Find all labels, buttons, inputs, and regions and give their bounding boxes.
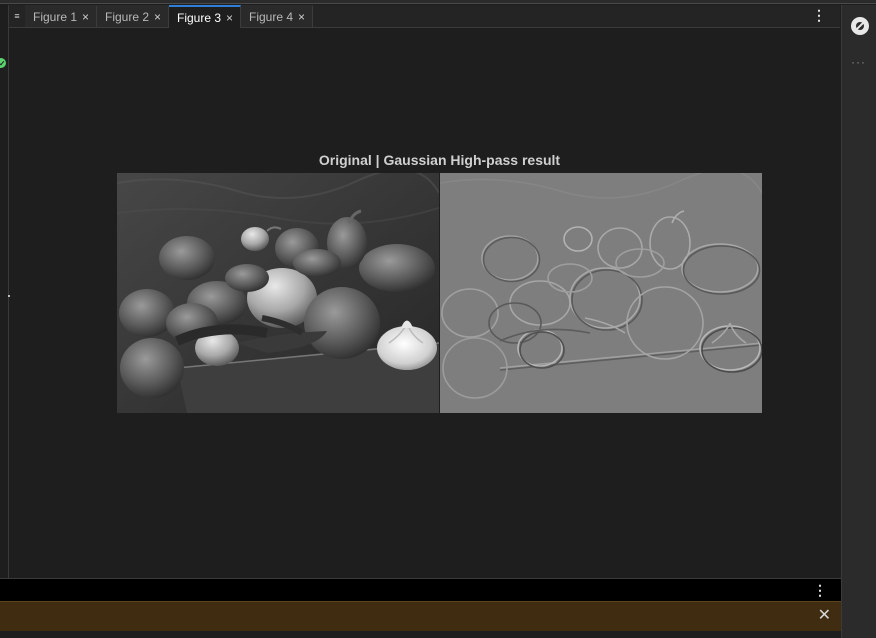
tab-close-icon[interactable]: ×	[82, 11, 89, 23]
bottom-panel-toolbar: ⋮	[0, 578, 841, 601]
tab-label: Figure 3	[177, 10, 222, 25]
tab-figure-3[interactable]: Figure 3 ×	[169, 5, 241, 28]
panel-more-options-icon[interactable]: ⋮	[813, 583, 827, 597]
left-gutter	[0, 5, 10, 578]
bottom-edge	[0, 631, 841, 638]
tab-figure-2[interactable]: Figure 2 ×	[97, 5, 169, 27]
tab-label: Figure 1	[33, 10, 78, 24]
right-activity-rail: ···	[841, 5, 876, 638]
status-ok-icon	[0, 58, 6, 68]
original-image	[117, 173, 439, 413]
tab-list-menu-icon[interactable]: ≡	[9, 5, 25, 27]
notification-banner: ✕	[0, 601, 841, 631]
banner-close-icon[interactable]: ✕	[818, 607, 831, 625]
highpass-result-image	[440, 173, 762, 413]
tab-figure-1[interactable]: Figure 1 ×	[25, 5, 97, 27]
figure-tab-bar: ≡ Figure 1 × Figure 2 × Figure 3 × Figur…	[9, 5, 840, 28]
gutter-marker	[8, 295, 10, 297]
tab-label: Figure 2	[105, 10, 150, 24]
tab-close-icon[interactable]: ×	[154, 11, 161, 23]
rail-more-icon[interactable]: ···	[851, 55, 866, 69]
window-top-border	[0, 0, 876, 4]
tab-label: Figure 4	[249, 10, 294, 24]
tab-more-options-icon[interactable]: ⋮	[812, 8, 826, 22]
pin-icon[interactable]	[851, 17, 869, 35]
figure-title: Original | Gaussian High-pass result	[318, 152, 561, 168]
figure-viewer-window: ≡ Figure 1 × Figure 2 × Figure 3 × Figur…	[0, 0, 876, 638]
tab-close-icon[interactable]: ×	[298, 11, 305, 23]
tab-figure-4[interactable]: Figure 4 ×	[241, 5, 313, 27]
tab-close-icon[interactable]: ×	[226, 12, 233, 24]
